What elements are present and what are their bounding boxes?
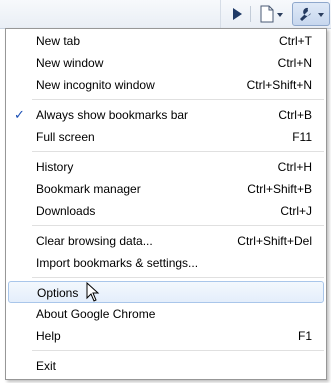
- menu-item-label: Downloads: [36, 204, 96, 218]
- menu-separator: [32, 225, 324, 227]
- menu-item-about-google-chrome[interactable]: About Google Chrome: [8, 303, 324, 325]
- menu-item-shortcut: F1: [297, 329, 312, 343]
- menu-item-shortcut: Ctrl+J: [280, 204, 312, 218]
- checkmark-icon: ✓: [14, 107, 25, 122]
- menu-item-label: Clear browsing data...: [36, 234, 153, 248]
- menu-item-shortcut: Ctrl+H: [277, 160, 312, 174]
- page-menu-button[interactable]: [255, 3, 287, 25]
- menu-item-clear-browsing-data[interactable]: Clear browsing data... Ctrl+Shift+Del: [8, 230, 324, 252]
- menu-separator: [32, 350, 324, 352]
- wrench-menu-icon: [300, 7, 324, 22]
- mouse-pointer-icon: [86, 282, 100, 302]
- menu-item-new-window[interactable]: New window Ctrl+N: [8, 52, 324, 74]
- menu-item-new-incognito-window[interactable]: New incognito window Ctrl+Shift+N: [8, 74, 324, 96]
- go-button[interactable]: [226, 3, 248, 25]
- menu-item-label: Full screen: [36, 130, 95, 144]
- toolbar-separator: [250, 6, 251, 22]
- menu-item-bookmark-manager[interactable]: Bookmark manager Ctrl+Shift+B: [8, 178, 324, 200]
- menu-item-label: History: [36, 160, 74, 174]
- menu-separator: [32, 99, 324, 101]
- menu-item-label: New window: [36, 56, 104, 70]
- menu-item-label: New incognito window: [36, 78, 155, 92]
- page-menu-icon: [260, 5, 283, 23]
- menu-item-shortcut: Ctrl+T: [279, 34, 312, 48]
- menu-item-label: Import bookmarks & settings...: [36, 256, 199, 270]
- menu-item-shortcut: Ctrl+Shift+N: [246, 78, 312, 92]
- menu-item-label: New tab: [36, 34, 81, 48]
- menu-item-label: Options: [37, 286, 79, 300]
- browser-toolbar: [0, 0, 331, 29]
- menu-item-help[interactable]: Help F1: [8, 325, 324, 347]
- menu-separator: [32, 151, 324, 153]
- menu-item-shortcut: Ctrl+N: [277, 56, 312, 70]
- menu-item-downloads[interactable]: Downloads Ctrl+J: [8, 200, 324, 222]
- menu-item-full-screen[interactable]: Full screen F11: [8, 126, 324, 148]
- menu-item-shortcut: Ctrl+B: [278, 108, 312, 122]
- menu-item-label: Help: [36, 329, 61, 343]
- menu-item-import-bookmarks-settings[interactable]: Import bookmarks & settings...: [8, 252, 324, 274]
- wrench-dropdown-menu: New tab Ctrl+T New window Ctrl+N New inc…: [5, 28, 327, 380]
- menu-item-shortcut: Ctrl+Shift+Del: [237, 234, 312, 248]
- menu-item-shortcut: F11: [292, 130, 312, 144]
- menu-separator: [32, 277, 324, 279]
- menu-item-exit[interactable]: Exit: [8, 355, 324, 377]
- menu-item-always-show-bookmarks-bar[interactable]: ✓ Always show bookmarks bar Ctrl+B: [8, 104, 324, 126]
- menu-item-label: About Google Chrome: [36, 307, 156, 321]
- address-area: [0, 0, 221, 28]
- menu-item-history[interactable]: History Ctrl+H: [8, 156, 324, 178]
- menu-item-shortcut: Ctrl+Shift+B: [247, 182, 312, 196]
- menu-item-label: Exit: [36, 359, 57, 373]
- play-icon: [233, 8, 242, 20]
- menu-item-options[interactable]: Options: [8, 281, 324, 303]
- menu-item-label: Always show bookmarks bar: [36, 108, 189, 122]
- menu-item-new-tab[interactable]: New tab Ctrl+T: [8, 30, 324, 52]
- wrench-menu-button[interactable]: [292, 2, 330, 26]
- menu-item-label: Bookmark manager: [36, 182, 141, 196]
